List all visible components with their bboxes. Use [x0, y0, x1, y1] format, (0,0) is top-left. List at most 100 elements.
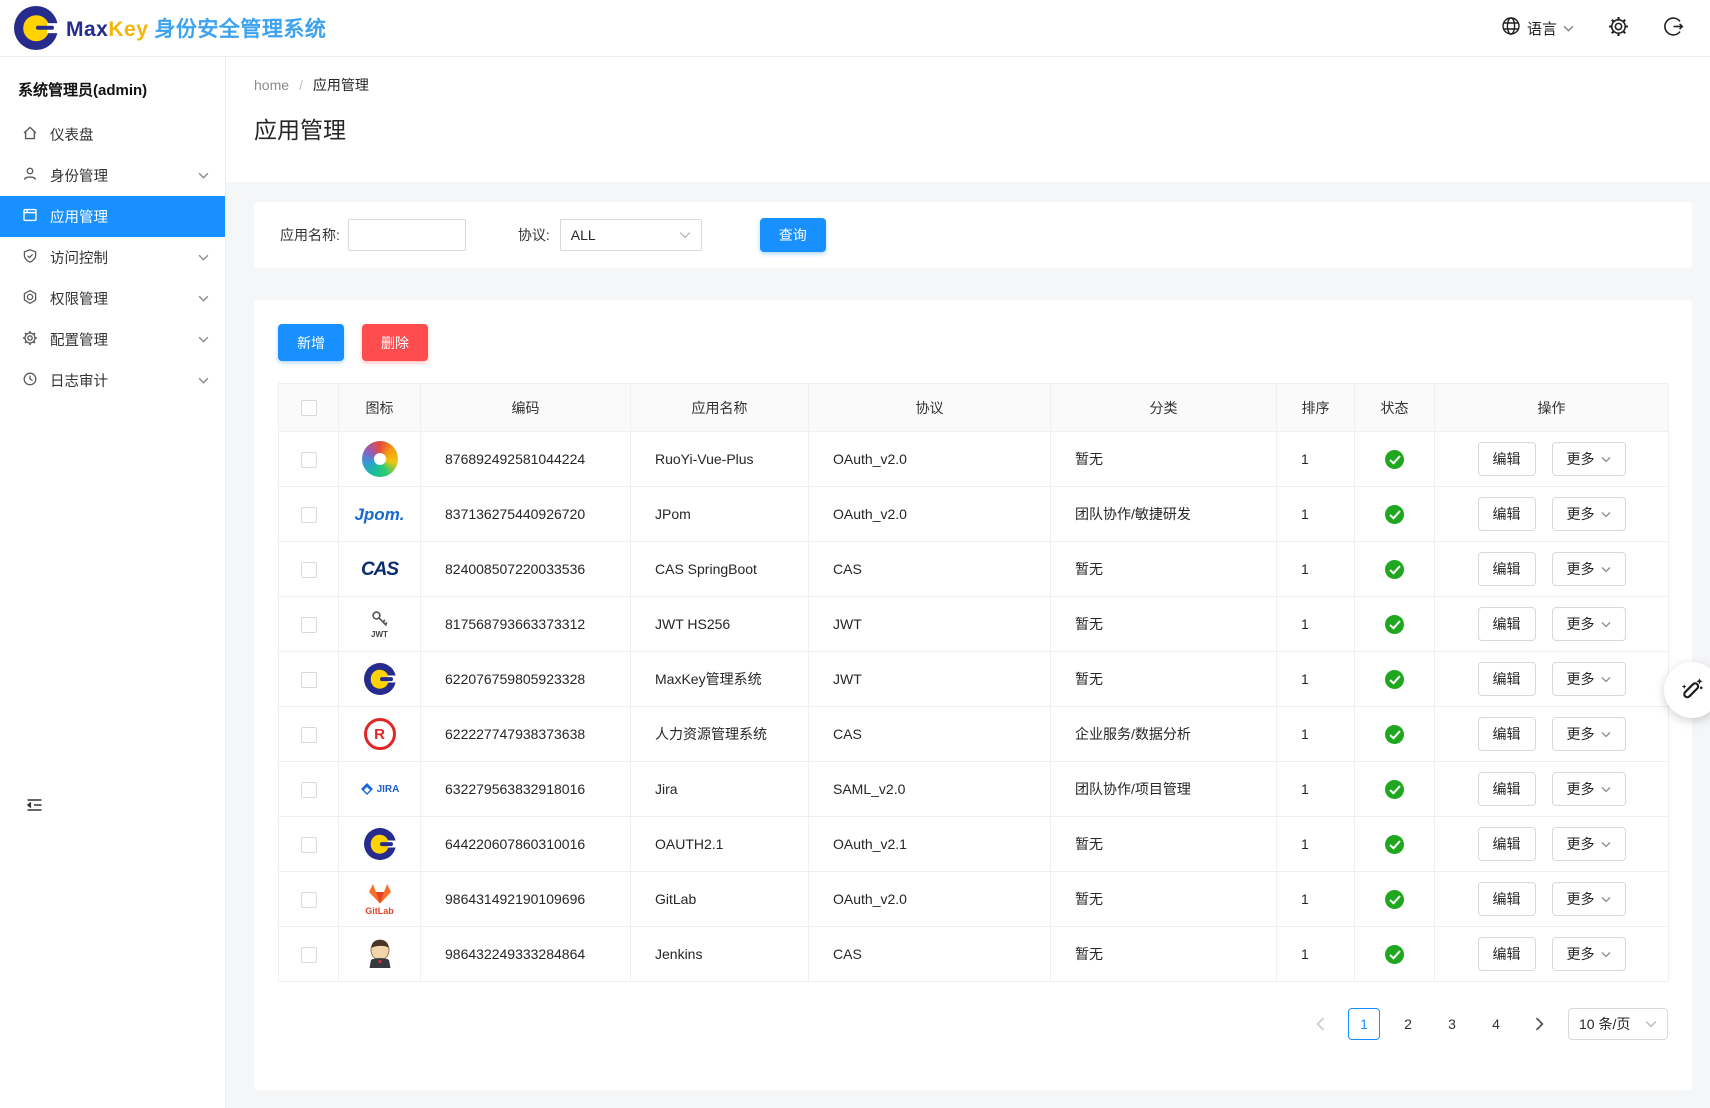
- more-button[interactable]: 更多: [1552, 882, 1626, 916]
- edit-button[interactable]: 编辑: [1478, 552, 1536, 586]
- more-button[interactable]: 更多: [1552, 442, 1626, 476]
- app-protocol: JWT: [809, 652, 1051, 707]
- row-checkbox[interactable]: [301, 892, 317, 908]
- top-header: MaxKey身份安全管理系统 语言: [0, 0, 1710, 57]
- app-protocol: SAML_v2.0: [809, 762, 1051, 817]
- app-code: 644220607860310016: [421, 817, 631, 872]
- sidebar-item-access-control[interactable]: 访问控制: [0, 237, 225, 278]
- search-button[interactable]: 查询: [760, 218, 826, 252]
- app-name: CAS SpringBoot: [631, 542, 809, 597]
- cas-logo-icon: CAS: [361, 560, 398, 579]
- app-sort: 1: [1277, 872, 1355, 927]
- app-category: 暂无: [1051, 927, 1277, 982]
- edit-button[interactable]: 编辑: [1478, 442, 1536, 476]
- more-button[interactable]: 更多: [1552, 552, 1626, 586]
- pagination-page-1[interactable]: 1: [1348, 1008, 1380, 1040]
- main-content: home / 应用管理 应用管理 应用名称: 协议: ALL 查询 新增 删除: [226, 57, 1710, 1108]
- row-checkbox[interactable]: [301, 562, 317, 578]
- edit-button[interactable]: 编辑: [1478, 717, 1536, 751]
- app-category: 暂无: [1051, 432, 1277, 487]
- sidebar-item-configuration[interactable]: 配置管理: [0, 319, 225, 360]
- delete-button[interactable]: 删除: [362, 324, 428, 361]
- app-protocol: CAS: [809, 707, 1051, 762]
- row-checkbox[interactable]: [301, 837, 317, 853]
- chevron-down-icon: [198, 336, 209, 343]
- app-name: 人力资源管理系统: [631, 707, 809, 762]
- table-row: 644220607860310016 OAUTH2.1 OAuth_v2.1 暂…: [279, 817, 1669, 872]
- hr-logo-icon: R: [364, 718, 396, 750]
- column-header-code: 编码: [421, 384, 631, 432]
- row-checkbox[interactable]: [301, 727, 317, 743]
- app-sort: 1: [1277, 432, 1355, 487]
- pagination-page-4[interactable]: 4: [1480, 1008, 1512, 1040]
- edit-button[interactable]: 编辑: [1478, 662, 1536, 696]
- app-name: GitLab: [631, 872, 809, 927]
- add-button[interactable]: 新增: [278, 324, 344, 361]
- table-row: 622076759805923328 MaxKey管理系统 JWT 暂无 1 编…: [279, 652, 1669, 707]
- sidebar-item-applications[interactable]: 应用管理: [0, 196, 225, 237]
- pagination-next-button[interactable]: [1524, 1008, 1556, 1040]
- more-button[interactable]: 更多: [1552, 937, 1626, 971]
- status-enabled-icon: [1385, 560, 1404, 579]
- column-header-icon: 图标: [339, 384, 421, 432]
- table-row: CAS 824008507220033536 CAS SpringBoot CA…: [279, 542, 1669, 597]
- app-code: 986431492190109696: [421, 872, 631, 927]
- row-checkbox[interactable]: [301, 507, 317, 523]
- edit-button[interactable]: 编辑: [1478, 882, 1536, 916]
- more-button[interactable]: 更多: [1552, 827, 1626, 861]
- current-user: 系统管理员(admin): [0, 57, 225, 114]
- column-header-name: 应用名称: [631, 384, 809, 432]
- protocol-select[interactable]: ALL: [560, 219, 702, 251]
- more-button[interactable]: 更多: [1552, 772, 1626, 806]
- app-code: 622076759805923328: [421, 652, 631, 707]
- more-button[interactable]: 更多: [1552, 662, 1626, 696]
- more-button[interactable]: 更多: [1552, 717, 1626, 751]
- logout-button[interactable]: [1663, 16, 1684, 40]
- sidebar-item-identity[interactable]: 身份管理: [0, 155, 225, 196]
- language-dropdown[interactable]: 语言: [1501, 16, 1574, 40]
- row-checkbox[interactable]: [301, 452, 317, 468]
- select-all-checkbox[interactable]: [301, 400, 317, 416]
- sidebar-item-audit-log[interactable]: 日志审计: [0, 360, 225, 401]
- pagination-page-2[interactable]: 2: [1392, 1008, 1424, 1040]
- app-protocol: CAS: [809, 927, 1051, 982]
- shield-check-icon: [22, 248, 38, 267]
- page-size-select[interactable]: 10 条/页: [1568, 1008, 1668, 1040]
- edit-button[interactable]: 编辑: [1478, 937, 1536, 971]
- pagination-prev-button[interactable]: [1304, 1008, 1336, 1040]
- app-protocol: CAS: [809, 542, 1051, 597]
- row-checkbox[interactable]: [301, 782, 317, 798]
- magic-wand-icon: [1678, 675, 1706, 706]
- menu-fold-icon[interactable]: [26, 797, 43, 816]
- chevron-down-icon: [198, 295, 209, 302]
- table-header-row: 图标 编码 应用名称 协议 分类 排序 状态 操作: [279, 384, 1669, 432]
- table-row: JIRA 632279563832918016 Jira SAML_v2.0 团…: [279, 762, 1669, 817]
- sidebar-item-dashboard[interactable]: 仪表盘: [0, 114, 225, 155]
- app-code: 837136275440926720: [421, 487, 631, 542]
- app-sort: 1: [1277, 542, 1355, 597]
- breadcrumb-home-link[interactable]: home: [254, 77, 289, 93]
- home-icon: [22, 125, 38, 144]
- app-name: Jenkins: [631, 927, 809, 982]
- more-button[interactable]: 更多: [1552, 607, 1626, 641]
- app-sort: 1: [1277, 762, 1355, 817]
- edit-button[interactable]: 编辑: [1478, 497, 1536, 531]
- edit-button[interactable]: 编辑: [1478, 772, 1536, 806]
- row-checkbox[interactable]: [301, 672, 317, 688]
- app-name-input[interactable]: [348, 219, 466, 251]
- jpom-logo-icon: Jpom.: [354, 506, 404, 523]
- pagination-page-3[interactable]: 3: [1436, 1008, 1468, 1040]
- table-row: R 622227747938373638 人力资源管理系统 CAS 企业服务/数…: [279, 707, 1669, 762]
- more-button[interactable]: 更多: [1552, 497, 1626, 531]
- column-header-protocol: 协议: [809, 384, 1051, 432]
- app-sort: 1: [1277, 652, 1355, 707]
- sidebar-item-permissions[interactable]: 权限管理: [0, 278, 225, 319]
- row-checkbox[interactable]: [301, 947, 317, 963]
- app-category: 暂无: [1051, 652, 1277, 707]
- jwt-logo-icon: JWT: [370, 609, 390, 639]
- table-row: 986432249333284864 Jenkins CAS 暂无 1 编辑 更…: [279, 927, 1669, 982]
- edit-button[interactable]: 编辑: [1478, 607, 1536, 641]
- row-checkbox[interactable]: [301, 617, 317, 633]
- settings-button[interactable]: [1608, 16, 1629, 40]
- edit-button[interactable]: 编辑: [1478, 827, 1536, 861]
